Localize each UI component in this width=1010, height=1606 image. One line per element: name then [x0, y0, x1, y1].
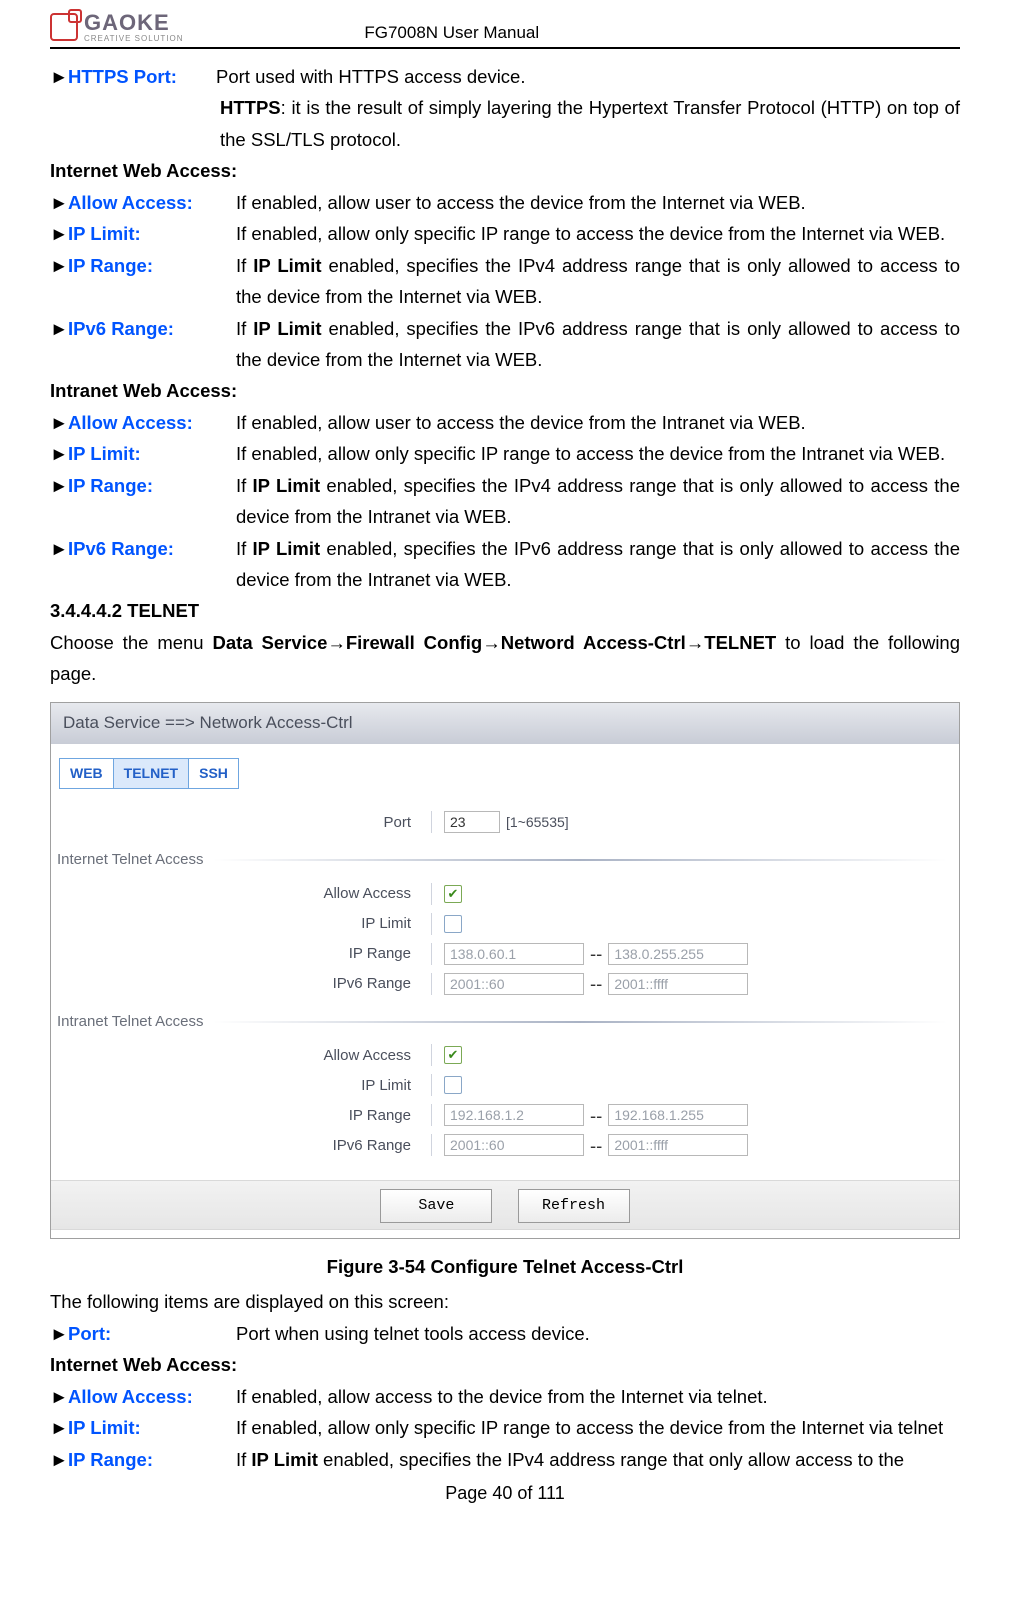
input-port[interactable]	[444, 811, 500, 833]
bullet-arrow: ►	[50, 313, 68, 344]
content-body: ► HTTPS Port: Port used with HTTPS acces…	[50, 61, 960, 1475]
desc-internet-ipv6: If IP Limit enabled, specifies the IPv6 …	[236, 313, 960, 376]
divider-line	[213, 1021, 947, 1023]
telnet-intro: Choose the menu Data Service→Firewall Co…	[50, 627, 960, 690]
term-ip-range: IP Range:	[68, 250, 236, 281]
input-intranet-ipv6-to[interactable]	[608, 1134, 748, 1156]
document-title: FG7008N User Manual	[364, 23, 539, 43]
page-footer: Page 40 of 111	[50, 1483, 960, 1504]
page-header: GAOKE CREATIVE SOLUTION FG7008N User Man…	[50, 10, 960, 49]
label-ip-range: IP Range	[51, 941, 431, 967]
checkbox-intranet-allow[interactable]: ✔	[444, 1046, 462, 1064]
term-allow-access: Allow Access:	[68, 187, 236, 218]
desc-intranet-iplimit: If enabled, allow only specific IP range…	[236, 438, 960, 469]
term-ip-range: IP Range:	[68, 1444, 236, 1475]
logo-icon	[50, 13, 78, 41]
input-internet-iprange-from[interactable]	[444, 943, 584, 965]
label-port: Port	[51, 810, 431, 836]
label-ip-range: IP Range	[51, 1103, 431, 1129]
bullet-arrow: ►	[50, 218, 68, 249]
heading-internet-web-2: Internet Web Access:	[50, 1349, 960, 1380]
after-figure-text: The following items are displayed on thi…	[50, 1286, 960, 1317]
refresh-button[interactable]: Refresh	[518, 1189, 630, 1223]
section-internet-telnet: Internet Telnet Access	[51, 847, 959, 873]
term-allow-access: Allow Access:	[68, 1381, 236, 1412]
desc-internet-iplimit: If enabled, allow only specific IP range…	[236, 218, 960, 249]
term-ip-limit: IP Limit:	[68, 218, 236, 249]
desc-telnet-internet-iplimit: If enabled, allow only specific IP range…	[236, 1412, 960, 1443]
embedded-ui-frame: Data Service ==> Network Access-Ctrl WEB…	[50, 702, 960, 1239]
label-allow-access: Allow Access	[51, 1043, 431, 1069]
label-ipv6-range: IPv6 Range	[51, 971, 431, 997]
term-allow-access: Allow Access:	[68, 407, 236, 438]
heading-internet-web: Internet Web Access:	[50, 155, 960, 186]
desc-telnet-internet-allow: If enabled, allow access to the device f…	[236, 1381, 960, 1412]
term-port: Port:	[68, 1318, 236, 1349]
range-dash: --	[584, 968, 608, 999]
label-allow-access: Allow Access	[51, 881, 431, 907]
desc-internet-iprange: If IP Limit enabled, specifies the IPv4 …	[236, 250, 960, 313]
label-ip-limit: IP Limit	[51, 911, 431, 937]
tab-web[interactable]: WEB	[59, 758, 114, 790]
input-internet-ipv6-from[interactable]	[444, 973, 584, 995]
checkbox-intranet-iplimit[interactable]	[444, 1076, 462, 1094]
desc-intranet-ipv6: If IP Limit enabled, specifies the IPv6 …	[236, 533, 960, 596]
logo-text: GAOKE	[84, 10, 184, 36]
tab-telnet[interactable]: TELNET	[114, 758, 189, 790]
bullet-arrow: ►	[50, 438, 68, 469]
input-intranet-iprange-to[interactable]	[608, 1104, 748, 1126]
desc-internet-allow: If enabled, allow user to access the dev…	[236, 187, 960, 218]
bullet-arrow: ►	[50, 187, 68, 218]
heading-telnet: 3.4.4.4.2 TELNET	[50, 595, 960, 626]
desc-intranet-iprange: If IP Limit enabled, specifies the IPv4 …	[236, 470, 960, 533]
label-ip-limit: IP Limit	[51, 1073, 431, 1099]
desc-port: Port when using telnet tools access devi…	[236, 1318, 960, 1349]
field-separator	[431, 811, 432, 833]
save-button[interactable]: Save	[380, 1189, 492, 1223]
logo: GAOKE CREATIVE SOLUTION	[50, 10, 184, 43]
desc-https-explain: HTTPS: it is the result of simply layeri…	[50, 92, 960, 155]
bullet-arrow: ►	[50, 1412, 68, 1443]
range-dash: --	[584, 938, 608, 969]
button-bar: Save Refresh	[51, 1180, 959, 1230]
tab-ssh[interactable]: SSH	[189, 758, 239, 790]
term-ip-limit: IP Limit:	[68, 1412, 236, 1443]
desc-https-port: Port used with HTTPS access device.	[216, 61, 960, 92]
bullet-arrow: ►	[50, 1318, 68, 1349]
checkbox-internet-iplimit[interactable]	[444, 915, 462, 933]
divider-line	[213, 859, 947, 861]
term-ip-limit: IP Limit:	[68, 438, 236, 469]
logo-subtext: CREATIVE SOLUTION	[84, 34, 184, 43]
bullet-arrow: ►	[50, 61, 68, 92]
input-internet-iprange-to[interactable]	[608, 943, 748, 965]
desc-intranet-allow: If enabled, allow user to access the dev…	[236, 407, 960, 438]
bullet-arrow: ►	[50, 1444, 68, 1475]
bullet-arrow: ►	[50, 1381, 68, 1412]
range-dash: --	[584, 1130, 608, 1161]
bullet-arrow: ►	[50, 250, 68, 281]
checkbox-internet-allow[interactable]: ✔	[444, 885, 462, 903]
bullet-arrow: ►	[50, 407, 68, 438]
input-intranet-iprange-from[interactable]	[444, 1104, 584, 1126]
range-dash: --	[584, 1100, 608, 1131]
input-internet-ipv6-to[interactable]	[608, 973, 748, 995]
bullet-arrow: ►	[50, 533, 68, 564]
term-ip-range: IP Range:	[68, 470, 236, 501]
hint-port-range: [1~65535]	[506, 811, 569, 835]
bullet-arrow: ►	[50, 470, 68, 501]
ui-tabs: WEB TELNET SSH	[59, 758, 959, 790]
label-ipv6-range: IPv6 Range	[51, 1133, 431, 1159]
term-https-port: HTTPS Port:	[68, 61, 216, 92]
heading-intranet-web: Intranet Web Access:	[50, 375, 960, 406]
section-intranet-telnet: Intranet Telnet Access	[51, 1009, 959, 1035]
figure-caption: Figure 3-54 Configure Telnet Access-Ctrl	[50, 1251, 960, 1282]
desc-telnet-internet-iprange: If IP Limit enabled, specifies the IPv4 …	[236, 1444, 960, 1475]
term-ipv6-range: IPv6 Range:	[68, 533, 236, 564]
term-ipv6-range: IPv6 Range:	[68, 313, 236, 344]
ui-titlebar: Data Service ==> Network Access-Ctrl	[51, 703, 959, 744]
input-intranet-ipv6-from[interactable]	[444, 1134, 584, 1156]
